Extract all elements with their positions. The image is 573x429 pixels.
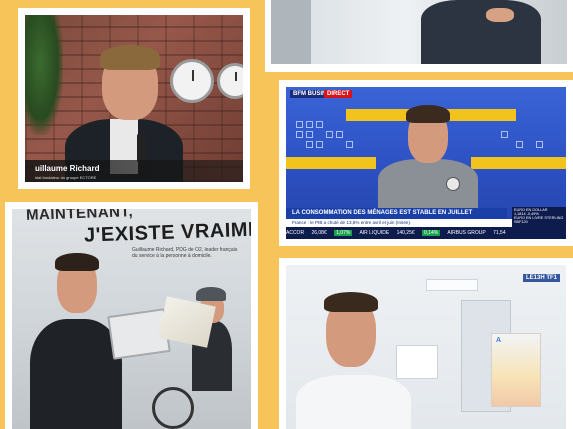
photo-person-gesturing [271,0,567,64]
stock-ticker: ACCOR 26,08€ 1,07% AIR LIQUIDE 140,25€ 0… [286,227,566,239]
magazine-body: Guillaume Richard, PDG de O2, leader fra… [132,247,238,259]
person-dark-jacket [421,0,541,64]
wall-clock [170,59,214,103]
photo-frame-bfm: BFM BUSINESS DIRECT LA CONSOMMATION DES … [279,80,573,246]
photo-interview-clocks: uillaume Richard idat fondateur du group… [25,15,243,182]
helmet [196,287,226,301]
news-subline: France : le PIB a chuté de 13,8% entre a… [286,219,516,227]
photo-bfm-tv: BFM BUSINESS DIRECT LA CONSOMMATION DES … [286,87,566,239]
bike-wheel [152,387,194,429]
photo-frame-magazine: MAINTENANT, J'EXISTE VRAIMENT. Guillaume… [5,202,258,429]
news-headline: LA CONSOMMATION DES MÉNAGES EST STABLE E… [286,208,507,219]
magazine-title-line1: MAINTENANT, [25,209,134,224]
photo-frame-top-right [265,0,573,72]
photo-frame-tf1: A LE13H TF1 [279,258,573,429]
plant [25,15,63,135]
photo-frame-interview-clocks: uillaume Richard idat fondateur du group… [18,8,250,189]
magazine-title-line2: J'EXISTE VRAIMENT. [83,217,251,247]
lower-third-role: idat fondateur du groupe ECTORE [35,175,97,180]
wall-sign [396,345,438,379]
hand [486,8,514,22]
photo-magazine-ad: MAINTENANT, J'EXISTE VRAIMENT. Guillaume… [12,209,251,429]
market-box: EURO EN DOLLAR 1,1814 -0,49% EURO EN LIV… [512,207,566,229]
lower-third-name: uillaume Richard [35,164,100,173]
o2-logo-pin [446,177,460,191]
lower-third: uillaume Richard idat fondateur du group… [25,160,243,182]
ceiling-light [426,279,478,291]
wall-poster: A [491,333,541,407]
poster-letter: A [496,337,502,344]
photo-tf1-office: A LE13H TF1 [286,265,566,429]
tf1-logo: LE13H TF1 [522,274,560,282]
microphone [137,133,146,163]
live-badge: DIRECT [324,90,353,98]
